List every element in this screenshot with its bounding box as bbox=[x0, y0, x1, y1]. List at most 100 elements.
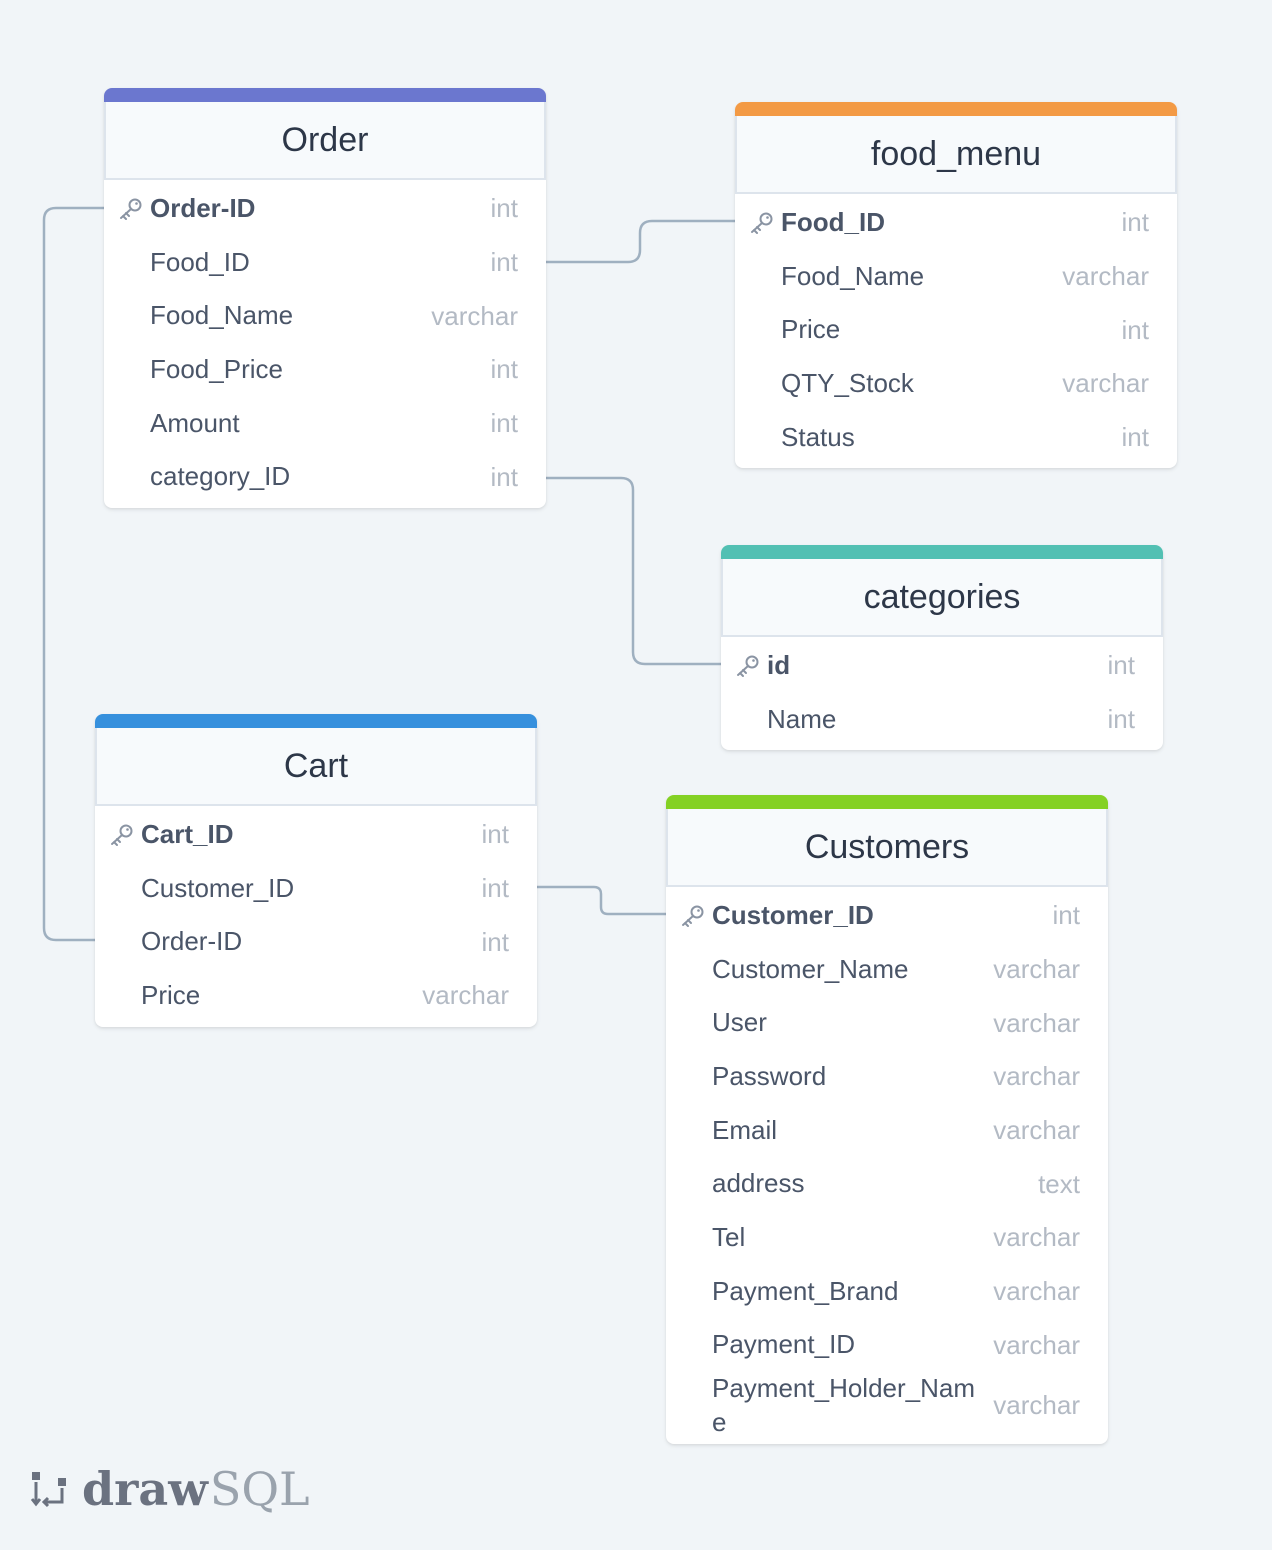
column-row-customers-user[interactable]: User varchar bbox=[666, 996, 1108, 1050]
column-row-customers-payment-brand[interactable]: Payment_Brand varchar bbox=[666, 1265, 1108, 1319]
column-type: varchar bbox=[431, 300, 518, 331]
table-order-title: Order bbox=[104, 102, 546, 180]
table-order-color-bar bbox=[104, 88, 546, 102]
column-row-order-food-price[interactable]: Food_Price int bbox=[104, 343, 546, 397]
table-cart-title: Cart bbox=[95, 728, 537, 806]
column-name: Food_Name bbox=[781, 260, 925, 291]
table-cart-color-bar bbox=[95, 714, 537, 728]
primary-key-icon bbox=[680, 904, 706, 928]
column-name: Order-ID bbox=[150, 192, 256, 223]
column-name: Email bbox=[712, 1114, 778, 1145]
relationship-cart-customers[interactable] bbox=[537, 885, 666, 916]
column-name: Payment_ID bbox=[712, 1329, 856, 1360]
column-type: varchar bbox=[1062, 368, 1149, 399]
table-categories[interactable]: categories id int Name int bbox=[721, 545, 1163, 751]
column-row-categories-name[interactable]: Name int bbox=[721, 693, 1163, 747]
drawsql-logo-sql: SQL bbox=[209, 1462, 310, 1516]
column-row-food_menu-food-id[interactable]: Food_ID int bbox=[735, 196, 1177, 250]
column-name: Price bbox=[141, 980, 201, 1010]
column-name: User bbox=[712, 1007, 767, 1038]
relationship-order-categories[interactable] bbox=[546, 476, 721, 666]
table-food-menu-columns: Food_ID int Food_Name varchar Price int QTY_St… bbox=[735, 194, 1177, 468]
column-type: varchar bbox=[993, 1329, 1080, 1360]
column-row-cart-cart-id[interactable]: Cart_ID int bbox=[95, 808, 537, 862]
column-name: Food_ID bbox=[781, 206, 885, 237]
primary-key-icon bbox=[749, 211, 775, 235]
column-type: varchar bbox=[993, 1276, 1080, 1307]
table-categories-columns: id int Name int bbox=[721, 637, 1163, 750]
column-name: Customer_ID bbox=[712, 899, 874, 930]
column-type: int bbox=[1107, 704, 1135, 735]
column-type: int bbox=[1052, 900, 1080, 931]
column-type: varchar bbox=[422, 980, 509, 1011]
table-food-menu-color-bar bbox=[735, 102, 1177, 116]
column-row-cart-price[interactable]: Price varchar bbox=[95, 969, 537, 1023]
table-customers[interactable]: Customers Customer_ID int Customer_Name var… bbox=[666, 795, 1108, 1444]
column-row-food_menu-food-name[interactable]: Food_Name varchar bbox=[735, 250, 1177, 304]
primary-key-icon bbox=[118, 197, 144, 221]
drawsql-logo-draw: draw bbox=[82, 1462, 208, 1516]
column-type: int bbox=[490, 193, 518, 224]
column-row-order-category-id[interactable]: category_ID int bbox=[104, 450, 546, 504]
table-categories-color-bar bbox=[721, 545, 1163, 559]
column-type: varchar bbox=[1062, 261, 1149, 292]
column-name: address bbox=[712, 1168, 805, 1199]
column-row-customers-payment-id[interactable]: Payment_ID varchar bbox=[666, 1319, 1108, 1373]
column-row-customers-payment-holder-name[interactable]: Payment_Holder_Name varchar bbox=[666, 1372, 1108, 1440]
primary-key-icon bbox=[735, 654, 761, 678]
column-row-order-food-id[interactable]: Food_ID int bbox=[104, 236, 546, 290]
column-name: Order-ID bbox=[141, 926, 243, 957]
table-customers-title: Customers bbox=[666, 809, 1108, 887]
column-type: int bbox=[490, 461, 518, 492]
table-categories-title: categories bbox=[721, 559, 1163, 637]
column-row-food_menu-qty-stock[interactable]: QTY_Stock varchar bbox=[735, 357, 1177, 411]
column-type: int bbox=[490, 247, 518, 278]
column-row-customers-customer-id[interactable]: Customer_ID int bbox=[666, 889, 1108, 943]
column-row-order-food-name[interactable]: Food_Name varchar bbox=[104, 289, 546, 343]
column-type: int bbox=[1121, 207, 1149, 238]
column-name: Cart_ID bbox=[141, 818, 234, 849]
column-name: Status bbox=[781, 421, 855, 452]
table-order[interactable]: Order Order-ID int Food_ID int Food_Name varc… bbox=[104, 88, 546, 509]
table-customers-color-bar bbox=[666, 795, 1108, 809]
column-row-cart-customer-id[interactable]: Customer_ID int bbox=[95, 862, 537, 916]
column-name: Password bbox=[712, 1061, 827, 1091]
relationship-order-food-menu[interactable] bbox=[546, 219, 735, 264]
table-food-menu[interactable]: food_menu Food_ID int Food_Name varchar Pric… bbox=[735, 102, 1177, 469]
table-cart[interactable]: Cart Cart_ID int Customer_ID int Order-ID int… bbox=[95, 714, 537, 1027]
column-type: varchar bbox=[993, 954, 1080, 985]
column-name: Amount bbox=[150, 407, 240, 438]
column-name: Customer_ID bbox=[141, 872, 295, 903]
column-name: Food_Name bbox=[150, 300, 294, 331]
column-row-customers-tel[interactable]: Tel varchar bbox=[666, 1211, 1108, 1265]
column-name: Food_Price bbox=[150, 354, 283, 384]
column-name: Price bbox=[781, 314, 841, 345]
column-name: Food_ID bbox=[150, 246, 250, 277]
column-row-food_menu-price[interactable]: Price int bbox=[735, 303, 1177, 357]
table-food-menu-title: food_menu bbox=[735, 116, 1177, 194]
column-row-food_menu-status[interactable]: Status int bbox=[735, 411, 1177, 465]
column-row-customers-customer-name[interactable]: Customer_Name varchar bbox=[666, 943, 1108, 997]
column-row-order-amount[interactable]: Amount int bbox=[104, 397, 546, 451]
column-type: varchar bbox=[993, 1007, 1080, 1038]
column-row-categories-id[interactable]: id int bbox=[721, 639, 1163, 693]
column-row-customers-email[interactable]: Email varchar bbox=[666, 1104, 1108, 1158]
column-type: int bbox=[490, 354, 518, 385]
column-name: Payment_Brand bbox=[712, 1275, 899, 1306]
drawsql-logo[interactable]: draw SQL bbox=[30, 1462, 310, 1516]
column-name: category_ID bbox=[150, 461, 291, 492]
table-order-columns: Order-ID int Food_ID int Food_Name varchar Foo… bbox=[104, 180, 546, 508]
drawsql-logo-icon bbox=[30, 1472, 66, 1508]
table-customers-columns: Customer_ID int Customer_Name varchar User va… bbox=[666, 887, 1108, 1444]
column-row-customers-password[interactable]: Password varchar bbox=[666, 1050, 1108, 1104]
column-row-customers-address[interactable]: address text bbox=[666, 1157, 1108, 1211]
column-row-cart-order-id[interactable]: Order-ID int bbox=[95, 915, 537, 969]
column-type: int bbox=[481, 873, 509, 904]
column-type: int bbox=[481, 926, 509, 957]
column-type: varchar bbox=[993, 1222, 1080, 1253]
column-name: id bbox=[767, 649, 791, 680]
column-type: text bbox=[1038, 1168, 1080, 1199]
column-type: varchar bbox=[993, 1061, 1080, 1092]
column-type: int bbox=[1107, 650, 1135, 681]
column-row-order-order-id[interactable]: Order-ID int bbox=[104, 182, 546, 236]
